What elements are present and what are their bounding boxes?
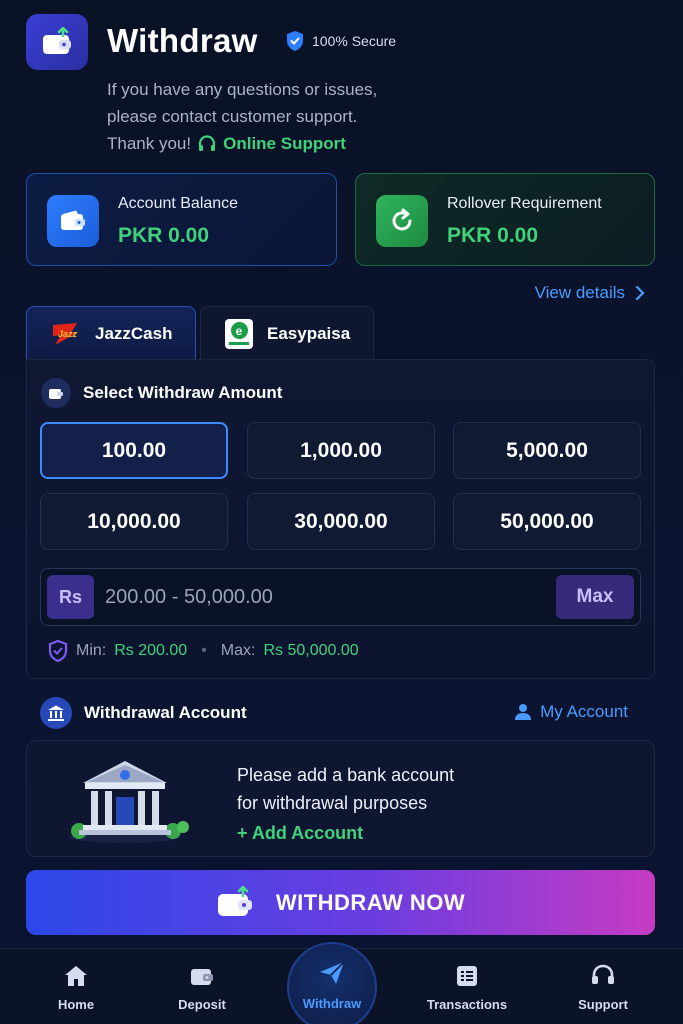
amount-option-50000[interactable]: 50,000.00 <box>453 493 641 550</box>
withdraw-wallet-icon <box>26 14 88 70</box>
add-bank-message: Please add a bank account for withdrawal… <box>237 761 497 817</box>
view-details-link[interactable]: View details <box>535 283 645 303</box>
page-title: Withdraw <box>107 22 258 59</box>
account-balance-value: PKR 0.00 <box>118 224 210 247</box>
headset-icon <box>199 134 216 151</box>
tab-easypaisa-label: Easypaisa <box>267 323 351 343</box>
withdraw-now-button[interactable]: WITHDRAW NOW <box>26 870 655 935</box>
rollover-requirement-card: Rollover Requirement PKR 0.00 <box>355 173 655 266</box>
amount-option-30000[interactable]: 30,000.00 <box>247 493 435 550</box>
wallet-icon <box>41 378 71 408</box>
message-line-1: If you have any questions or issues, <box>107 80 378 99</box>
add-account-link[interactable]: + Add Account <box>237 823 363 844</box>
rollover-value: PKR 0.00 <box>447 224 539 247</box>
account-balance-label: Account Balance <box>118 195 239 212</box>
nav-withdraw-label: Withdraw <box>302 996 362 1011</box>
withdraw-now-label: WITHDRAW NOW <box>275 889 466 915</box>
support-message: If you have any questions or issues, ple… <box>107 76 437 157</box>
amount-option-10000[interactable]: 10,000.00 <box>40 493 228 550</box>
nav-home[interactable]: Home <box>21 961 131 1012</box>
select-amount-heading: Select Withdraw Amount <box>41 378 282 408</box>
easypaisa-logo-letter: e <box>230 322 248 339</box>
my-account-label: My Account <box>540 702 628 721</box>
min-label: Min: <box>76 642 107 659</box>
message-line-3: Thank you! <box>107 134 192 153</box>
easypaisa-logo: e <box>225 318 253 349</box>
list-icon <box>412 961 522 991</box>
wallet-icon <box>217 885 252 916</box>
max-button[interactable]: Max <box>556 575 634 619</box>
select-amount-title: Select Withdraw Amount <box>83 383 283 402</box>
withdrawal-account-heading: Withdrawal Account <box>40 697 247 729</box>
add-bank-message-line-1: Please add a bank account <box>237 765 455 785</box>
user-icon <box>515 704 532 720</box>
bank-icon <box>40 697 72 729</box>
amount-input[interactable] <box>105 578 535 616</box>
tab-easypaisa[interactable]: e Easypaisa <box>200 306 374 360</box>
withdrawal-account-title: Withdrawal Account <box>84 703 247 722</box>
wallet-icon <box>147 961 257 991</box>
secure-badge: 100% Secure <box>286 30 396 52</box>
amount-option-100[interactable]: 100.00 <box>40 422 228 479</box>
max-label: Max: <box>220 642 256 659</box>
home-icon <box>21 961 131 991</box>
account-balance-card: Account Balance PKR 0.00 <box>26 173 337 266</box>
headset-icon <box>548 961 658 991</box>
nav-withdraw[interactable]: Withdraw <box>287 942 377 1024</box>
amount-option-5000[interactable]: 5,000.00 <box>453 422 641 479</box>
amount-option-1000[interactable]: 1,000.00 <box>247 422 435 479</box>
wallet-icon <box>47 195 99 247</box>
max-value: Rs 50,000.00 <box>263 642 359 659</box>
view-details-label: View details <box>534 283 625 302</box>
svg-text:Jazz: Jazz <box>58 329 78 339</box>
add-bank-message-line-2: for withdrawal purposes <box>237 793 428 813</box>
nav-home-label: Home <box>57 997 95 1012</box>
tab-jazzcash-label: JazzCash <box>95 323 173 343</box>
nav-support[interactable]: Support <box>548 961 658 1012</box>
amount-limits: Min: Rs 200.00 • Max: Rs 50,000.00 <box>48 640 359 662</box>
nav-transactions[interactable]: Transactions <box>412 961 522 1012</box>
online-support-link[interactable]: Online Support <box>223 130 346 157</box>
send-icon <box>289 958 375 988</box>
secure-label: 100% Secure <box>312 33 397 49</box>
currency-badge: Rs <box>47 575 94 619</box>
nav-support-label: Support <box>578 997 628 1012</box>
jazzcash-logo: Jazz <box>51 321 81 347</box>
bank-building-illustration <box>69 761 189 843</box>
nav-transactions-label: Transactions <box>426 997 508 1012</box>
amount-input-group: Rs Max <box>40 568 641 626</box>
tab-jazzcash[interactable]: Jazz JazzCash <box>26 306 196 360</box>
message-line-2: please contact customer support. <box>107 107 358 126</box>
min-value: Rs 200.00 <box>114 642 188 659</box>
nav-deposit-label: Deposit <box>178 997 226 1012</box>
refresh-icon <box>376 195 428 247</box>
nav-deposit[interactable]: Deposit <box>147 961 257 1012</box>
chevron-right-icon <box>635 286 645 300</box>
shield-icon <box>287 31 303 51</box>
rollover-label: Rollover Requirement <box>447 195 602 212</box>
my-account-link[interactable]: My Account <box>514 702 628 722</box>
shield-icon <box>48 640 68 662</box>
add-bank-account-card: Please add a bank account for withdrawal… <box>26 740 655 857</box>
page-header: Withdraw 100% Secure If you have any que… <box>26 14 666 164</box>
